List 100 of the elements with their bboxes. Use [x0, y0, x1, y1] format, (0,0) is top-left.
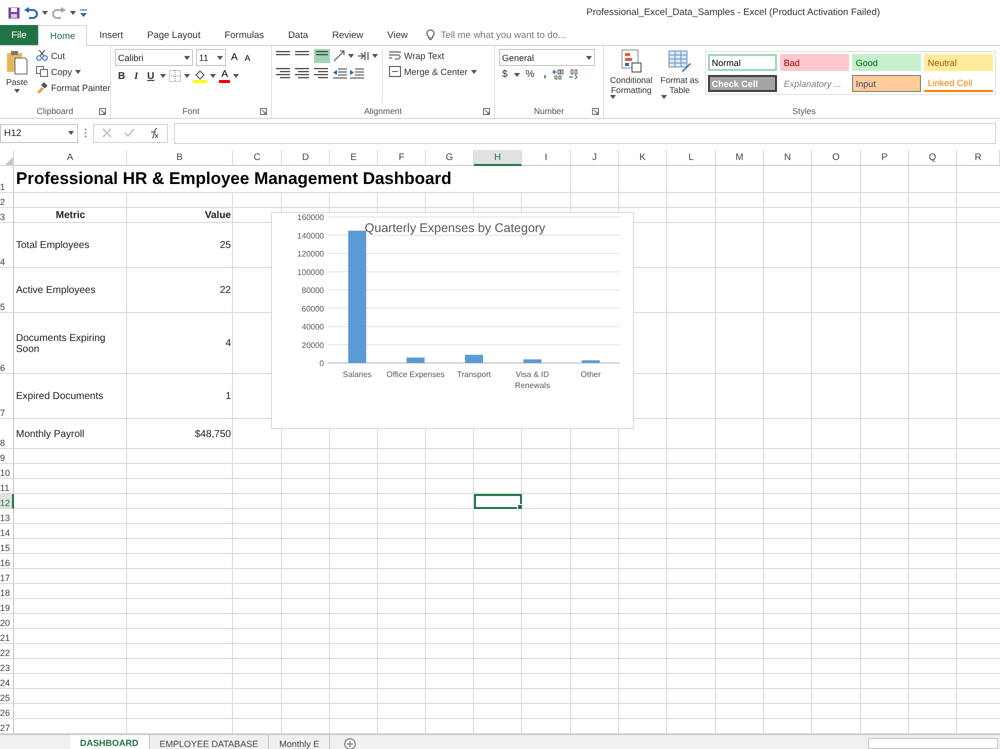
number-format-field[interactable]: General	[499, 49, 595, 66]
copy-button[interactable]: Copy	[34, 65, 113, 78]
wrap-text-button[interactable]: Wrap Text	[387, 49, 479, 62]
caret-icon[interactable]	[70, 10, 76, 14]
check-icon[interactable]	[124, 128, 135, 138]
ribbon-tab[interactable]: Page Layout	[135, 25, 212, 45]
increase-indent-icon[interactable]	[350, 67, 364, 79]
bold-button[interactable]: B	[115, 70, 128, 82]
row-header[interactable]: 22	[0, 644, 14, 659]
column-header[interactable]: R	[957, 150, 1000, 166]
row-header[interactable]: 26	[0, 704, 14, 719]
row-header[interactable]: 15	[0, 539, 14, 554]
caret-icon[interactable]	[217, 56, 223, 60]
ribbon-tab[interactable]: Insert	[87, 25, 136, 45]
row-header[interactable]: 8	[0, 419, 14, 449]
column-header[interactable]: C	[233, 150, 282, 166]
column-header[interactable]: G	[426, 150, 474, 166]
column-header[interactable]: H	[474, 150, 522, 166]
increase-decimal-icon[interactable]	[552, 69, 566, 80]
sheet-tab[interactable]: Monthly E	[269, 735, 330, 749]
row-header[interactable]: 24	[0, 674, 14, 689]
format-painter-button[interactable]: Format Painter	[34, 81, 113, 94]
fill-color-icon[interactable]	[193, 69, 208, 83]
row-header[interactable]: 18	[0, 584, 14, 599]
caret-icon[interactable]	[514, 72, 520, 76]
ribbon-tab[interactable]: Review	[320, 25, 376, 45]
cut-button[interactable]: Cut	[34, 49, 113, 62]
dialog-launcher-icon[interactable]	[260, 108, 267, 115]
ribbon-tab[interactable]: Formulas	[212, 25, 276, 45]
caret-icon[interactable]	[68, 131, 74, 135]
ribbon-tab[interactable]: View	[375, 25, 420, 45]
align-center-icon[interactable]	[295, 66, 311, 80]
format-as-table-button[interactable]: Format as Table	[658, 49, 701, 104]
row-header[interactable]: 5	[0, 268, 14, 313]
caret-icon[interactable]	[586, 56, 592, 60]
row-header[interactable]: 23	[0, 659, 14, 674]
caret-icon[interactable]	[184, 74, 190, 78]
row-header[interactable]: 2	[0, 193, 14, 208]
row-header[interactable]: 12	[0, 494, 14, 509]
row-header[interactable]: 19	[0, 599, 14, 614]
currency-button[interactable]: $	[499, 69, 511, 80]
column-header[interactable]: Q	[909, 150, 957, 166]
undo-icon[interactable]	[24, 6, 38, 18]
align-bottom-icon[interactable]	[314, 49, 330, 63]
horizontal-scrollbar[interactable]	[868, 738, 998, 749]
name-box[interactable]: H12	[0, 124, 78, 142]
row-header[interactable]: 25	[0, 689, 14, 704]
dialog-launcher-icon[interactable]	[483, 108, 490, 115]
paste-button[interactable]: Paste	[4, 49, 30, 104]
add-sheet-icon[interactable]	[344, 738, 356, 749]
caret-icon[interactable]	[14, 89, 20, 94]
row-header[interactable]: 6	[0, 313, 14, 374]
text-direction-icon[interactable]	[357, 50, 369, 62]
caret-icon[interactable]	[42, 10, 48, 14]
percent-button[interactable]: %	[522, 69, 538, 80]
ribbon-tab[interactable]: Data	[276, 25, 320, 45]
italic-button[interactable]: I	[131, 70, 142, 82]
comma-style-button[interactable]: ,	[540, 69, 550, 80]
cell-style-option[interactable]: Normal	[708, 54, 777, 71]
caret-icon[interactable]	[372, 54, 378, 58]
formula-input-field[interactable]	[174, 122, 996, 144]
selected-cell[interactable]	[474, 494, 522, 509]
caret-icon[interactable]	[610, 95, 616, 100]
customize-toolbar-icon[interactable]	[80, 8, 87, 16]
row-header[interactable]: 9	[0, 449, 14, 464]
shrink-font-button[interactable]: A	[242, 52, 252, 62]
grow-font-button[interactable]: A	[229, 52, 240, 63]
row-header[interactable]: 17	[0, 569, 14, 584]
cell-style-option[interactable]: Bad	[780, 54, 849, 71]
row-header[interactable]: 21	[0, 629, 14, 644]
caret-icon[interactable]	[233, 74, 240, 78]
dialog-launcher-icon[interactable]	[592, 108, 599, 115]
ribbon-tab[interactable]: File	[0, 25, 38, 45]
caret-icon[interactable]	[184, 56, 190, 60]
cell-style-option[interactable]: Input	[852, 75, 921, 92]
decrease-indent-icon[interactable]	[333, 67, 347, 79]
row-header[interactable]: 13	[0, 509, 14, 524]
align-right-icon[interactable]	[314, 66, 330, 80]
tell-me-field[interactable]: Tell me what you want to do...	[438, 28, 593, 42]
sheet-tab[interactable]: DASHBOARD	[70, 735, 150, 749]
caret-icon[interactable]	[470, 70, 477, 74]
drag-handle-icon[interactable]	[84, 128, 87, 138]
caret-icon[interactable]	[660, 95, 667, 100]
row-header[interactable]: 20	[0, 614, 14, 629]
caret-icon[interactable]	[210, 74, 216, 78]
caret-icon[interactable]	[160, 74, 166, 78]
font-size-field[interactable]: 11	[196, 49, 226, 66]
row-header[interactable]: 16	[0, 554, 14, 569]
save-icon[interactable]	[8, 6, 20, 18]
row-header[interactable]: 11	[0, 479, 14, 494]
caret-icon[interactable]	[75, 70, 82, 74]
orientation-icon[interactable]	[333, 50, 345, 62]
conditional-formatting-button[interactable]: Conditional Formatting	[608, 49, 655, 104]
font-color-button[interactable]: A	[219, 70, 230, 82]
column-header[interactable]: O	[812, 150, 861, 166]
row-header[interactable]: 7	[0, 374, 14, 419]
cell-style-option[interactable]: Good	[852, 54, 921, 71]
row-header[interactable]: 1	[0, 166, 14, 193]
underline-button[interactable]: U	[144, 70, 158, 82]
dialog-launcher-icon[interactable]	[99, 108, 106, 115]
